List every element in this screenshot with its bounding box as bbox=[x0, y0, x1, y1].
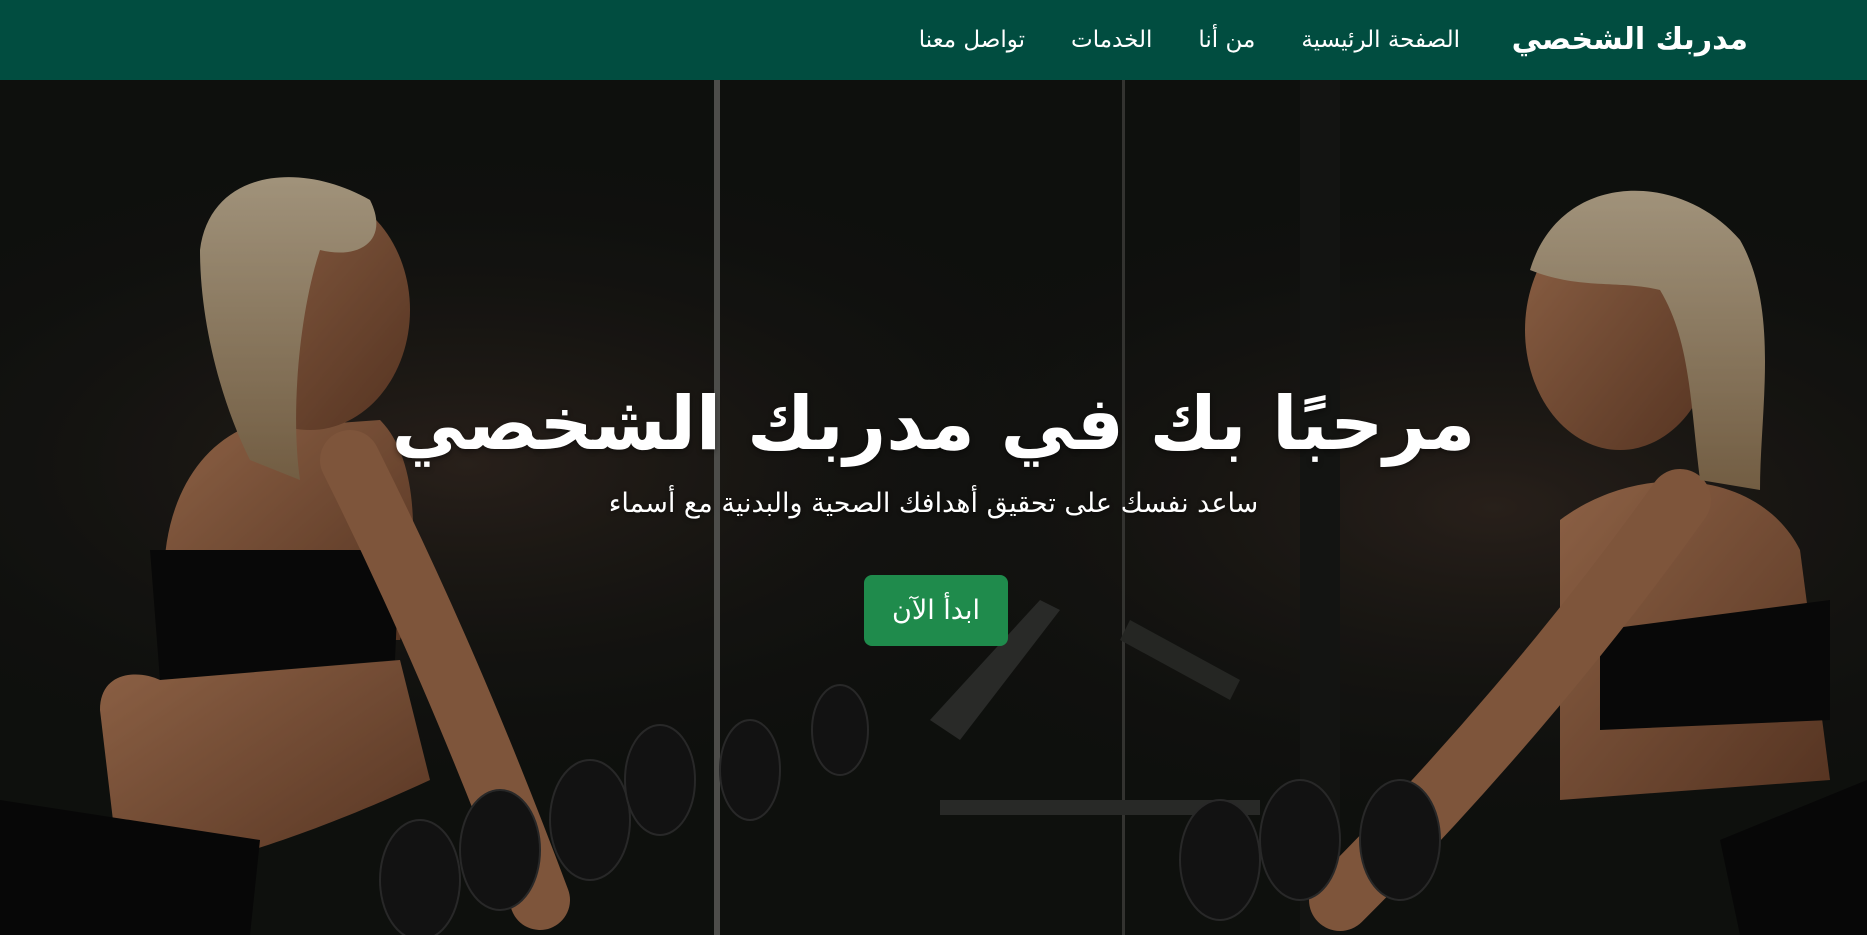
hero-subtitle: ساعد نفسك على تحقيق أهدافك الصحية والبدن… bbox=[608, 488, 1259, 519]
site-brand[interactable]: مدربك الشخصي bbox=[1512, 0, 1748, 80]
nav-link-home[interactable]: الصفحة الرئيسية bbox=[1301, 27, 1460, 53]
top-navbar: مدربك الشخصي الصفحة الرئيسية من أنا الخد… bbox=[0, 0, 1867, 80]
nav-link-services[interactable]: الخدمات bbox=[1071, 27, 1152, 53]
nav-link-about[interactable]: من أنا bbox=[1198, 27, 1255, 53]
hero-section: مرحبًا بك في مدربك الشخصي ساعد نفسك على … bbox=[0, 80, 1867, 935]
nav-links: الصفحة الرئيسية من أنا الخدمات تواصل معن… bbox=[919, 0, 1460, 80]
start-now-button[interactable]: ابدأ الآن bbox=[864, 575, 1008, 646]
nav-link-contact[interactable]: تواصل معنا bbox=[919, 27, 1025, 53]
hero-title: مرحبًا بك في مدربك الشخصي bbox=[391, 381, 1476, 467]
